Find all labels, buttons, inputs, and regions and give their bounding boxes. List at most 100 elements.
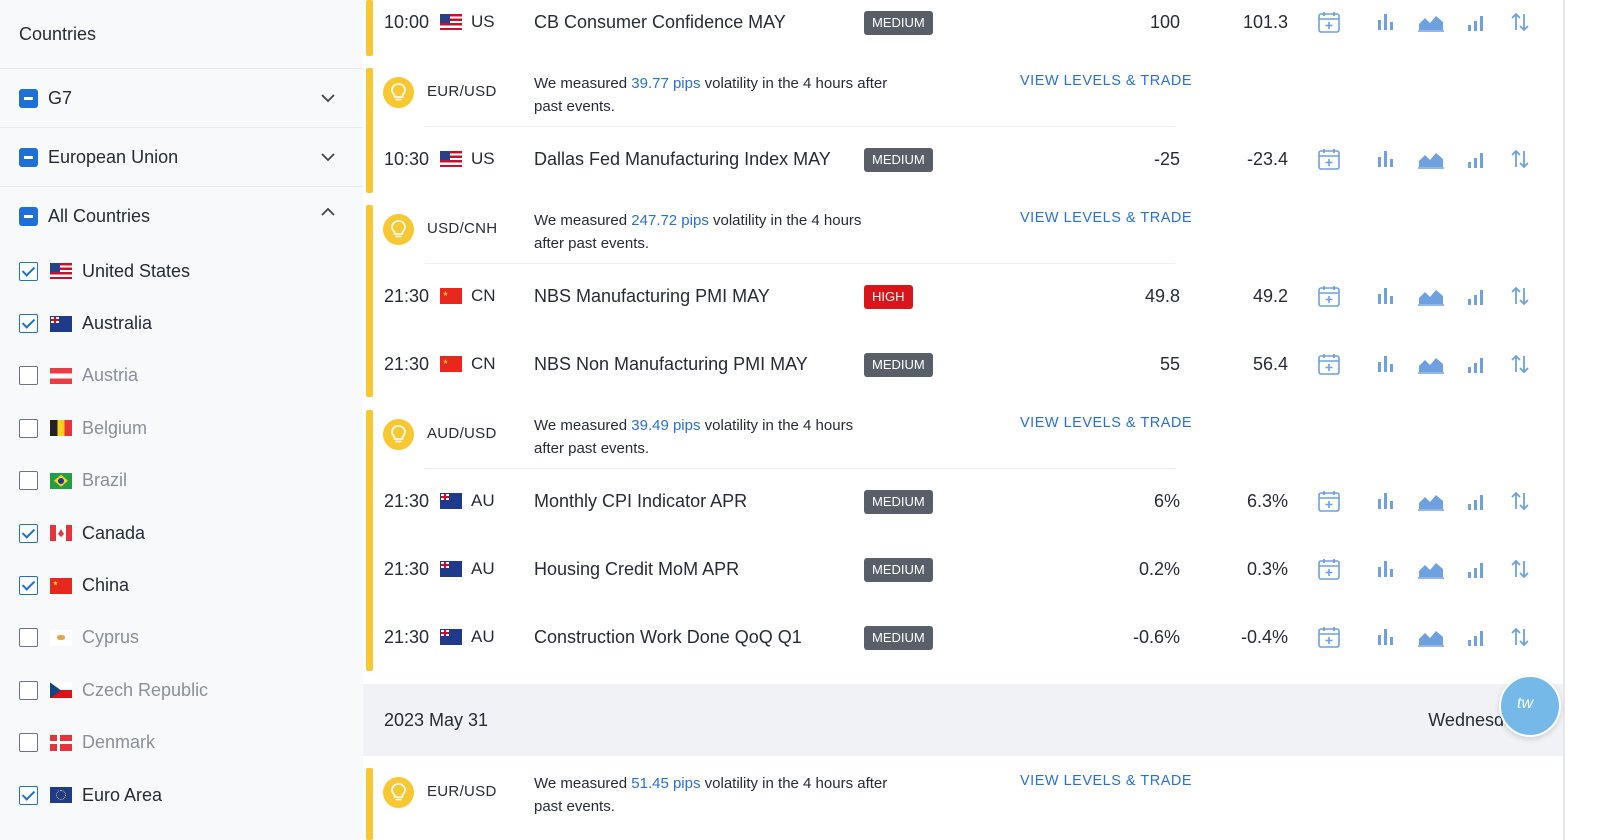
bar-chart-icon[interactable]	[1374, 625, 1398, 649]
event-name[interactable]: NBS Non Manufacturing PMI MAY	[534, 354, 808, 375]
area-chart-icon[interactable]	[1417, 284, 1444, 308]
country-item-canada[interactable]: Canada	[0, 507, 363, 559]
event-row[interactable]: 21:30 CN NBS Non Manufacturing PMI MAY MEDI…	[363, 342, 1563, 410]
sort-arrows-icon[interactable]	[1508, 352, 1532, 376]
calendar-add-icon[interactable]	[1317, 284, 1341, 308]
country-item-denmark[interactable]: Denmark	[0, 717, 363, 769]
checkbox[interactable]	[19, 576, 38, 596]
signal-bars-icon[interactable]	[1465, 352, 1489, 376]
calendar-add-icon[interactable]	[1317, 352, 1341, 376]
country-item-belgium[interactable]: Belgium	[0, 402, 363, 454]
checkbox[interactable]	[19, 523, 38, 543]
event-name[interactable]: Housing Credit MoM APR	[534, 559, 739, 580]
country-item-brazil[interactable]: Brazil	[0, 455, 363, 507]
calendar-add-icon[interactable]	[1317, 489, 1341, 513]
checkbox[interactable]	[19, 471, 38, 491]
partial-check-icon[interactable]	[19, 88, 38, 108]
group-all-countries[interactable]: All Countries	[0, 187, 363, 245]
country-item-united-states[interactable]: United States	[0, 245, 363, 297]
checkbox[interactable]	[19, 418, 38, 438]
area-chart-icon[interactable]	[1417, 352, 1444, 376]
text-prefix: We measured	[534, 212, 632, 229]
chat-widget-button[interactable]: tw	[1499, 675, 1561, 737]
chevron-up-icon[interactable]	[321, 205, 335, 219]
event-row[interactable]: 10:30 US Dallas Fed Manufacturing Index MA…	[363, 137, 1563, 205]
actual-value: -25	[1153, 149, 1180, 169]
chevron-down-icon[interactable]	[321, 91, 335, 105]
event-name[interactable]: Dallas Fed Manufacturing Index MAY	[534, 149, 831, 170]
group-european-union[interactable]: European Union	[0, 128, 363, 187]
checkbox[interactable]	[19, 628, 38, 648]
view-levels-trade-link[interactable]: VIEW LEVELS & TRADE	[1020, 415, 1192, 431]
bar-chart-icon[interactable]	[1374, 147, 1398, 171]
area-chart-icon[interactable]	[1417, 147, 1444, 171]
event-row[interactable]: 21:30 CN NBS Manufacturing PMI MAY HIGH 49.8…	[363, 274, 1563, 342]
area-chart-icon[interactable]	[1417, 10, 1444, 34]
area-chart-icon[interactable]	[1417, 489, 1444, 513]
calendar-add-icon[interactable]	[1317, 10, 1341, 34]
event-name[interactable]: Construction Work Done QoQ Q1	[534, 627, 802, 648]
ca-flag-icon	[50, 525, 72, 542]
importance-badge: MEDIUM	[864, 148, 933, 172]
view-levels-trade-link[interactable]: VIEW LEVELS & TRADE	[1020, 210, 1192, 226]
bar-chart-icon[interactable]	[1374, 352, 1398, 376]
signal-bars-icon[interactable]	[1465, 557, 1489, 581]
bar-chart-icon[interactable]	[1374, 489, 1398, 513]
volatility-text: We measured 39.77 pips volatility in the…	[534, 72, 934, 118]
actual-value: 0.2%	[1138, 559, 1180, 579]
scrollbar[interactable]	[1563, 0, 1565, 840]
sidebar-title: Countries	[0, 0, 363, 69]
event-name[interactable]: CB Consumer Confidence MAY	[534, 12, 786, 33]
signal-bars-icon[interactable]	[1465, 625, 1489, 649]
signal-bars-icon[interactable]	[1465, 10, 1489, 34]
event-name[interactable]: NBS Manufacturing PMI MAY	[534, 286, 770, 307]
event-row[interactable]: 21:30 AU Housing Credit MoM APR MEDIUM 0.2% 0…	[363, 547, 1563, 615]
text-suffix-line2: past events.	[534, 798, 615, 815]
event-name[interactable]: Monthly CPI Indicator APR	[534, 491, 747, 512]
area-chart-icon[interactable]	[1417, 625, 1444, 649]
sort-arrows-icon[interactable]	[1508, 147, 1532, 171]
country-item-australia[interactable]: Australia	[0, 297, 363, 349]
calendar-add-icon[interactable]	[1317, 557, 1341, 581]
country-item-austria[interactable]: Austria	[0, 350, 363, 402]
view-levels-trade-link[interactable]: VIEW LEVELS & TRADE	[1020, 73, 1192, 89]
sort-arrows-icon[interactable]	[1508, 10, 1532, 34]
signal-bars-icon[interactable]	[1465, 147, 1489, 171]
country-label: Belgium	[82, 417, 148, 438]
signal-bars-icon[interactable]	[1465, 284, 1489, 308]
country-item-cyprus[interactable]: Cyprus	[0, 612, 363, 664]
importance-badge: MEDIUM	[864, 11, 933, 35]
checkbox[interactable]	[19, 680, 38, 700]
checkbox[interactable]	[19, 366, 38, 386]
signal-bars-icon[interactable]	[1465, 489, 1489, 513]
country-item-china[interactable]: China	[0, 559, 363, 611]
calendar-add-icon[interactable]	[1317, 147, 1341, 171]
checkbox[interactable]	[19, 261, 38, 281]
checkbox[interactable]	[19, 314, 38, 334]
checkbox[interactable]	[19, 785, 38, 805]
event-row[interactable]: 10:00 US CB Consumer Confidence MAY MEDIUM 1…	[363, 0, 1563, 68]
checkbox[interactable]	[19, 733, 38, 753]
partial-check-icon[interactable]	[19, 206, 38, 226]
view-levels-trade-link[interactable]: VIEW LEVELS & TRADE	[1020, 773, 1192, 789]
country-item-czech-republic[interactable]: Czech Republic	[0, 664, 363, 716]
importance-badge: HIGH	[864, 285, 913, 309]
sort-arrows-icon[interactable]	[1508, 625, 1532, 649]
event-row[interactable]: 21:30 AU Monthly CPI Indicator APR MEDIUM 6%…	[363, 479, 1563, 547]
sort-arrows-icon[interactable]	[1508, 557, 1532, 581]
sort-arrows-icon[interactable]	[1508, 284, 1532, 308]
partial-check-icon[interactable]	[19, 147, 38, 167]
group-g7[interactable]: G7	[0, 69, 363, 128]
country-item-euro-area[interactable]: Euro Area	[0, 769, 363, 821]
calendar-add-icon[interactable]	[1317, 625, 1341, 649]
divider	[425, 126, 1175, 127]
importance-badge: MEDIUM	[864, 490, 933, 514]
area-chart-icon[interactable]	[1417, 557, 1444, 581]
bar-chart-icon[interactable]	[1374, 284, 1398, 308]
chevron-down-icon[interactable]	[321, 150, 335, 164]
bar-chart-icon[interactable]	[1374, 10, 1398, 34]
event-row[interactable]: 21:30 AU Construction Work Done QoQ Q1 MEDI…	[363, 615, 1563, 683]
bar-chart-icon[interactable]	[1374, 557, 1398, 581]
sort-arrows-icon[interactable]	[1508, 489, 1532, 513]
divider	[425, 263, 1175, 264]
